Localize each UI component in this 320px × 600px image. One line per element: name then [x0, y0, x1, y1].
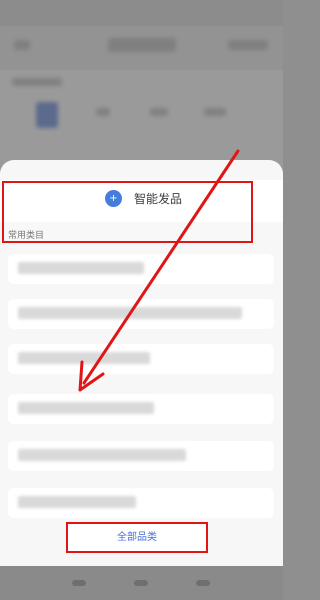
annotation-arrow	[78, 149, 240, 392]
